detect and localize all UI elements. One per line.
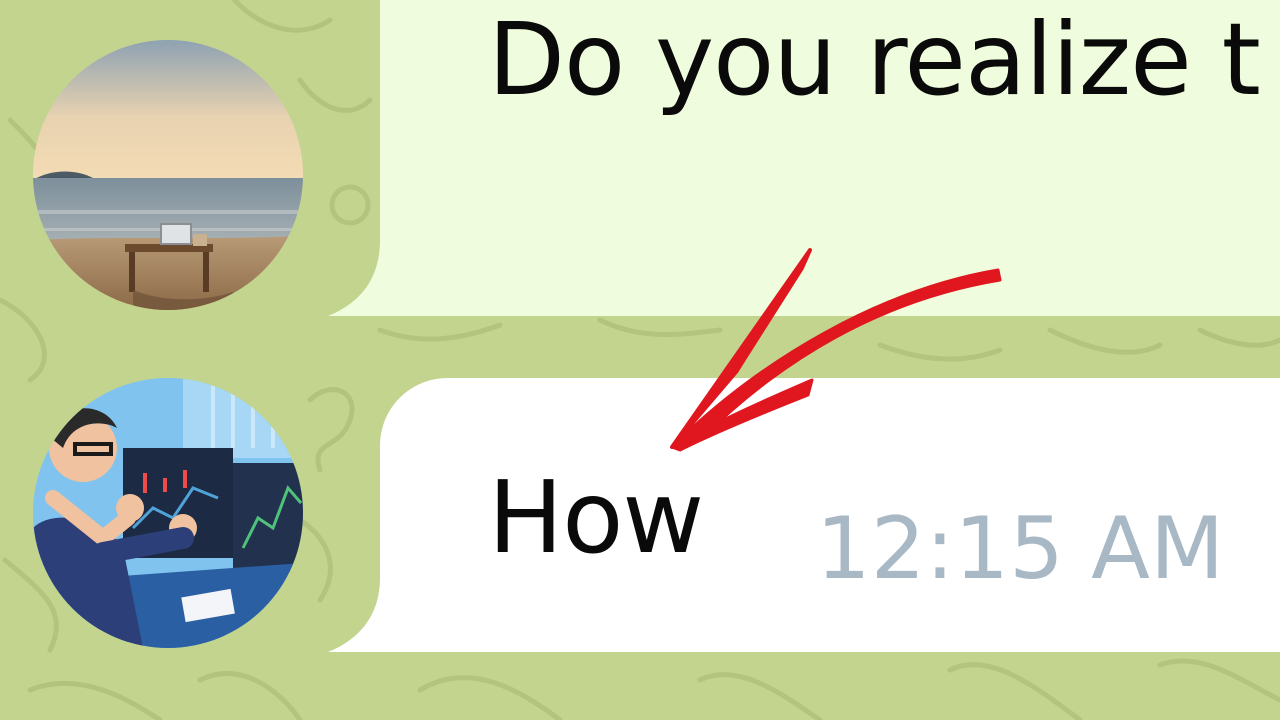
message-timestamp: 12:15 AM — [816, 499, 1225, 599]
beach-desk-avatar[interactable] — [33, 40, 303, 310]
message-text: How — [488, 459, 704, 576]
outgoing-message-bubble[interactable]: Do you realize t — [328, 0, 1280, 316]
message-text: Do you realize t — [488, 1, 1261, 118]
incoming-message-bubble[interactable]: How 12:15 AM — [328, 378, 1280, 652]
trader-avatar[interactable] — [33, 378, 303, 648]
